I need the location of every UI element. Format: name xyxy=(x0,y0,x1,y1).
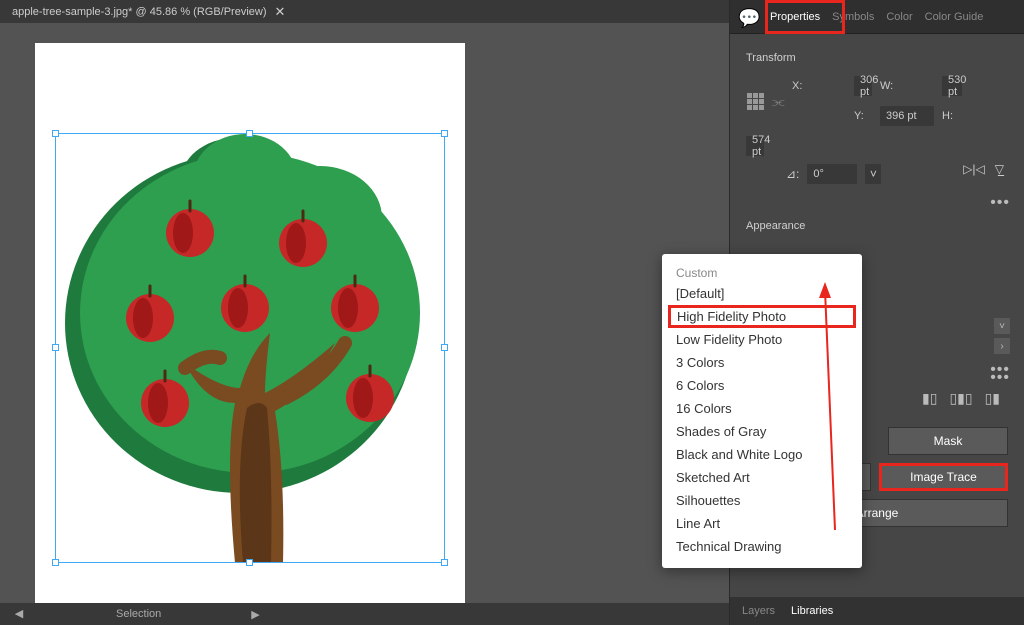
play-icon[interactable]: ▶ xyxy=(251,608,259,621)
x-input[interactable]: 306 pt xyxy=(854,76,872,96)
close-tab-icon[interactable]: ✕ xyxy=(275,4,286,20)
transform-section-title: Transform xyxy=(746,52,1008,64)
align-more-icon[interactable]: ••• xyxy=(990,361,1010,379)
preset-high-fidelity-photo[interactable]: High Fidelity Photo xyxy=(668,305,856,328)
appearance-section-title: Appearance xyxy=(746,220,1008,232)
panel-tab-bar: 💬 Properties Symbols Color Color Guide xyxy=(730,0,1024,34)
preset-technical-drawing[interactable]: Technical Drawing xyxy=(662,535,862,558)
tab-color-guide[interactable]: Color Guide xyxy=(925,11,984,23)
angle-dropdown[interactable]: ˅ xyxy=(865,164,881,184)
appearance-dropdown-icon[interactable]: ˅ xyxy=(994,318,1010,334)
transform-more-icon[interactable]: ••• xyxy=(990,194,1010,212)
preset-default[interactable]: [Default] xyxy=(662,282,862,305)
document-tab-bar: apple-tree-sample-3.jpg* @ 45.86 % (RGB/… xyxy=(0,0,729,23)
angle-label: ⊿: xyxy=(786,167,799,181)
bottom-panel-tabs: Layers Libraries xyxy=(730,597,1024,625)
canvas[interactable] xyxy=(0,23,729,603)
y-label: Y: xyxy=(854,110,872,122)
x-label: X: xyxy=(792,80,846,92)
preset-shades-of-gray[interactable]: Shades of Gray xyxy=(662,420,862,443)
resize-handle-sw[interactable] xyxy=(52,559,59,566)
resize-handle-w[interactable] xyxy=(52,344,59,351)
resize-handle-e[interactable] xyxy=(441,344,448,351)
preset-line-art[interactable]: Line Art xyxy=(662,512,862,535)
resize-handle-s[interactable] xyxy=(246,559,253,566)
status-bar: ◀ Selection ▶ xyxy=(0,603,729,625)
tab-color[interactable]: Color xyxy=(886,11,912,23)
appearance-expand-icon[interactable]: › xyxy=(994,338,1010,354)
image-trace-presets-menu[interactable]: Custom [Default] High Fidelity Photo Low… xyxy=(662,254,862,568)
h-label: H: xyxy=(942,110,962,122)
preset-sketched-art[interactable]: Sketched Art xyxy=(662,466,862,489)
selection-bounds[interactable] xyxy=(55,133,445,563)
preset-category: Custom xyxy=(662,264,862,282)
tab-libraries[interactable]: Libraries xyxy=(791,605,833,617)
artboard[interactable] xyxy=(35,43,465,603)
flip-vertical-icon[interactable]: ▽̲ xyxy=(995,162,1004,176)
feedback-icon[interactable]: 💬 xyxy=(738,8,760,29)
preset-black-and-white-logo[interactable]: Black and White Logo xyxy=(662,443,862,466)
current-tool-label: Selection xyxy=(116,608,161,620)
resize-handle-nw[interactable] xyxy=(52,130,59,137)
image-trace-button[interactable]: Image Trace xyxy=(879,463,1008,491)
align-center-icon[interactable]: ▯▮▯ xyxy=(949,390,972,407)
w-label: W: xyxy=(880,80,934,92)
document-tab[interactable]: apple-tree-sample-3.jpg* @ 45.86 % (RGB/… xyxy=(12,4,285,20)
mask-button[interactable]: Mask xyxy=(888,427,1008,455)
flip-horizontal-icon[interactable]: ▷|◁ xyxy=(963,162,985,176)
annotation-properties-highlight xyxy=(765,0,845,34)
w-input[interactable]: 530 pt xyxy=(942,76,962,96)
reference-point-grid[interactable] xyxy=(746,89,764,113)
preset-16-colors[interactable]: 16 Colors xyxy=(662,397,862,420)
resize-handle-se[interactable] xyxy=(441,559,448,566)
preset-low-fidelity-photo[interactable]: Low Fidelity Photo xyxy=(662,328,862,351)
preset-3-colors[interactable]: 3 Colors xyxy=(662,351,862,374)
h-input[interactable]: 574 pt xyxy=(746,136,764,156)
angle-input[interactable]: 0° xyxy=(807,164,857,184)
properties-panel: 💬 Properties Symbols Color Color Guide T… xyxy=(729,0,1024,625)
resize-handle-n[interactable] xyxy=(246,130,253,137)
align-right-icon[interactable]: ▯▮ xyxy=(985,390,1000,407)
constrain-proportions-icon[interactable]: ⫘ xyxy=(772,93,784,110)
document-tab-title: apple-tree-sample-3.jpg* @ 45.86 % (RGB/… xyxy=(12,6,267,18)
align-left-icon[interactable]: ▮▯ xyxy=(922,390,937,407)
preset-silhouettes[interactable]: Silhouettes xyxy=(662,489,862,512)
resize-handle-ne[interactable] xyxy=(441,130,448,137)
nav-left-icon[interactable]: ◀ xyxy=(12,607,26,621)
y-input[interactable]: 396 pt xyxy=(880,106,934,126)
tab-layers[interactable]: Layers xyxy=(742,605,775,617)
preset-6-colors[interactable]: 6 Colors xyxy=(662,374,862,397)
